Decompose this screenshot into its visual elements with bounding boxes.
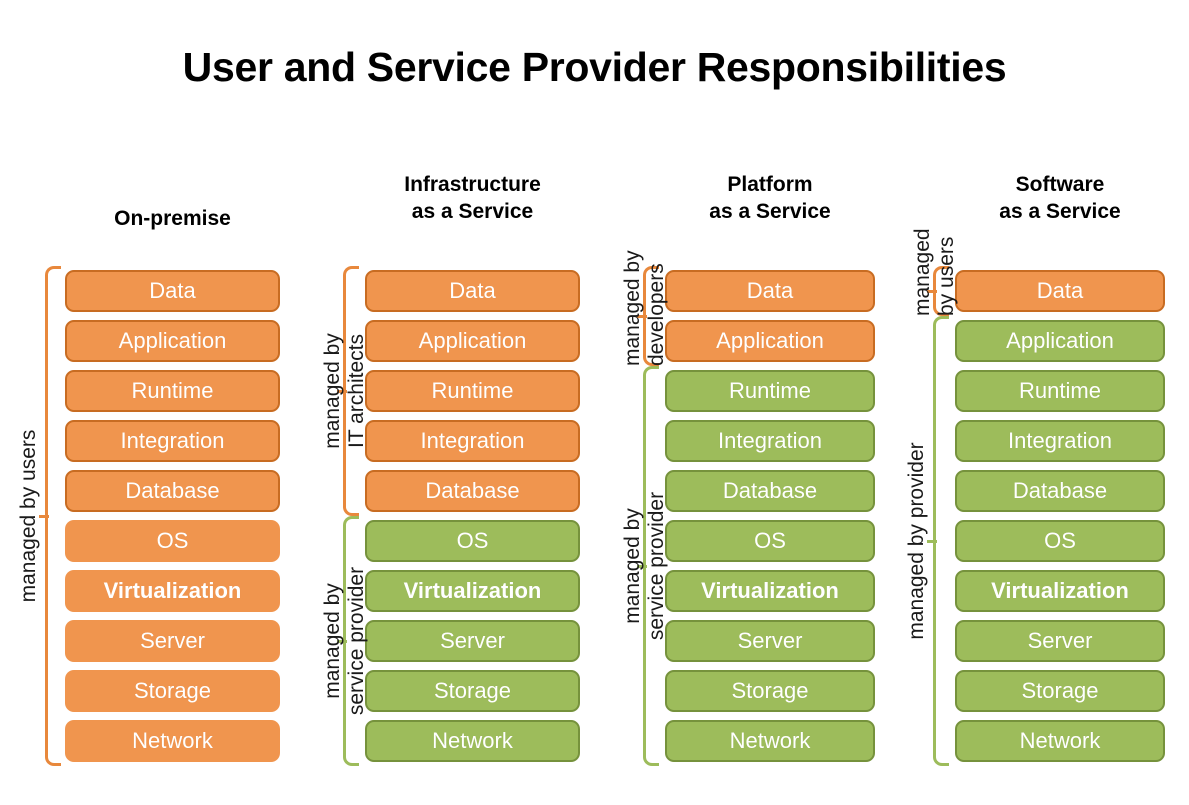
annotation-saas-users: managed by users <box>911 228 959 316</box>
column-header-software-as-a-service: Software as a Service <box>955 172 1165 226</box>
layer-box-platform-as-a-service-virtualization[interactable]: Virtualization <box>665 570 875 612</box>
layer-box-platform-as-a-service-data[interactable]: Data <box>665 270 875 312</box>
layer-box-on-premise-integration[interactable]: Integration <box>65 420 280 462</box>
layer-box-software-as-a-service-os[interactable]: OS <box>955 520 1165 562</box>
annotation-paas-developers: managed by developers <box>621 250 669 366</box>
column-header-line1: On-premise <box>114 207 231 230</box>
layer-box-on-premise-server[interactable]: Server <box>65 620 280 662</box>
layer-box-software-as-a-service-database[interactable]: Database <box>955 470 1165 512</box>
column-header-line2: as a Service <box>709 199 831 223</box>
layer-box-platform-as-a-service-runtime[interactable]: Runtime <box>665 370 875 412</box>
layer-box-platform-as-a-service-storage[interactable]: Storage <box>665 670 875 712</box>
layer-box-platform-as-a-service-server[interactable]: Server <box>665 620 875 662</box>
layer-box-on-premise-storage[interactable]: Storage <box>65 670 280 712</box>
column-header-line1: Platform <box>727 173 813 196</box>
annotation-line1: managed by <box>621 508 644 624</box>
annotation-line2: service provider <box>345 566 369 716</box>
layer-box-infrastructure-as-a-service-os[interactable]: OS <box>365 520 580 562</box>
column-header-line1: Software <box>1015 173 1105 196</box>
layer-box-platform-as-a-service-integration[interactable]: Integration <box>665 420 875 462</box>
annotation-line1: managed <box>911 228 934 316</box>
annotation-line2: service provider <box>645 491 669 641</box>
layer-box-platform-as-a-service-application[interactable]: Application <box>665 320 875 362</box>
column-header-line2: as a Service <box>411 199 534 223</box>
layer-box-on-premise-virtualization[interactable]: Virtualization <box>65 570 280 612</box>
annotation-line1: managed by users <box>17 429 40 603</box>
annotation-iaas-service-provider: managed by service provider <box>321 516 369 766</box>
layer-box-software-as-a-service-virtualization[interactable]: Virtualization <box>955 570 1165 612</box>
layer-box-infrastructure-as-a-service-server[interactable]: Server <box>365 620 580 662</box>
annotation-line2: IT architects <box>345 334 369 448</box>
column-header-infrastructure-as-a-service: Infrastructure as a Service <box>365 172 580 226</box>
layer-box-software-as-a-service-data[interactable]: Data <box>955 270 1165 312</box>
layer-stack-software-as-a-service: Data Application Runtime Integration Databas… <box>955 270 1165 770</box>
layer-box-software-as-a-service-runtime[interactable]: Runtime <box>955 370 1165 412</box>
annotation-line2: developers <box>645 263 669 366</box>
layer-box-software-as-a-service-server[interactable]: Server <box>955 620 1165 662</box>
annotation-line1: managed by <box>321 333 344 449</box>
annotation-line1: managed by provider <box>905 442 928 640</box>
layer-box-software-as-a-service-network[interactable]: Network <box>955 720 1165 762</box>
layer-box-on-premise-data[interactable]: Data <box>65 270 280 312</box>
layer-box-infrastructure-as-a-service-virtualization[interactable]: Virtualization <box>365 570 580 612</box>
layer-box-infrastructure-as-a-service-database[interactable]: Database <box>365 470 580 512</box>
layer-box-software-as-a-service-application[interactable]: Application <box>955 320 1165 362</box>
layer-stack-platform-as-a-service: Data Application Runtime Integration Databas… <box>665 270 875 770</box>
column-header-platform-as-a-service: Platform as a Service <box>665 172 875 226</box>
column-header-line2: as a Service <box>999 199 1121 223</box>
layer-box-software-as-a-service-integration[interactable]: Integration <box>955 420 1165 462</box>
layer-stack-infrastructure-as-a-service: Data Application Runtime Integration Databas… <box>365 270 580 770</box>
layer-box-platform-as-a-service-os[interactable]: OS <box>665 520 875 562</box>
layer-box-platform-as-a-service-network[interactable]: Network <box>665 720 875 762</box>
layer-box-infrastructure-as-a-service-network[interactable]: Network <box>365 720 580 762</box>
layer-box-on-premise-os[interactable]: OS <box>65 520 280 562</box>
page-title: User and Service Provider Responsibiliti… <box>182 44 1007 90</box>
layer-box-on-premise-application[interactable]: Application <box>65 320 280 362</box>
column-header-line1: Infrastructure <box>404 173 541 196</box>
annotation-line1: managed by <box>321 583 344 699</box>
annotation-line1: managed by <box>621 250 644 366</box>
layer-box-infrastructure-as-a-service-storage[interactable]: Storage <box>365 670 580 712</box>
layer-box-infrastructure-as-a-service-application[interactable]: Application <box>365 320 580 362</box>
layer-box-infrastructure-as-a-service-integration[interactable]: Integration <box>365 420 580 462</box>
layer-box-infrastructure-as-a-service-runtime[interactable]: Runtime <box>365 370 580 412</box>
bracket-saas-provider <box>927 316 949 766</box>
layer-box-on-premise-runtime[interactable]: Runtime <box>65 370 280 412</box>
annotation-paas-service-provider: managed by service provider <box>621 366 669 766</box>
layer-box-platform-as-a-service-database[interactable]: Database <box>665 470 875 512</box>
layer-box-on-premise-network[interactable]: Network <box>65 720 280 762</box>
annotation-saas-provider: managed by provider <box>905 316 929 766</box>
bracket-on-premise-users <box>39 266 61 766</box>
annotation-on-premise-users: managed by users <box>17 266 41 766</box>
column-header-on-premise: On-premise <box>65 206 280 233</box>
layer-box-software-as-a-service-storage[interactable]: Storage <box>955 670 1165 712</box>
annotation-line2: by users <box>935 236 959 316</box>
layer-stack-on-premise: Data Application Runtime Integration Databas… <box>65 270 280 770</box>
layer-box-on-premise-database[interactable]: Database <box>65 470 280 512</box>
annotation-iaas-it-architects: managed by IT architects <box>321 266 369 516</box>
layer-box-infrastructure-as-a-service-data[interactable]: Data <box>365 270 580 312</box>
